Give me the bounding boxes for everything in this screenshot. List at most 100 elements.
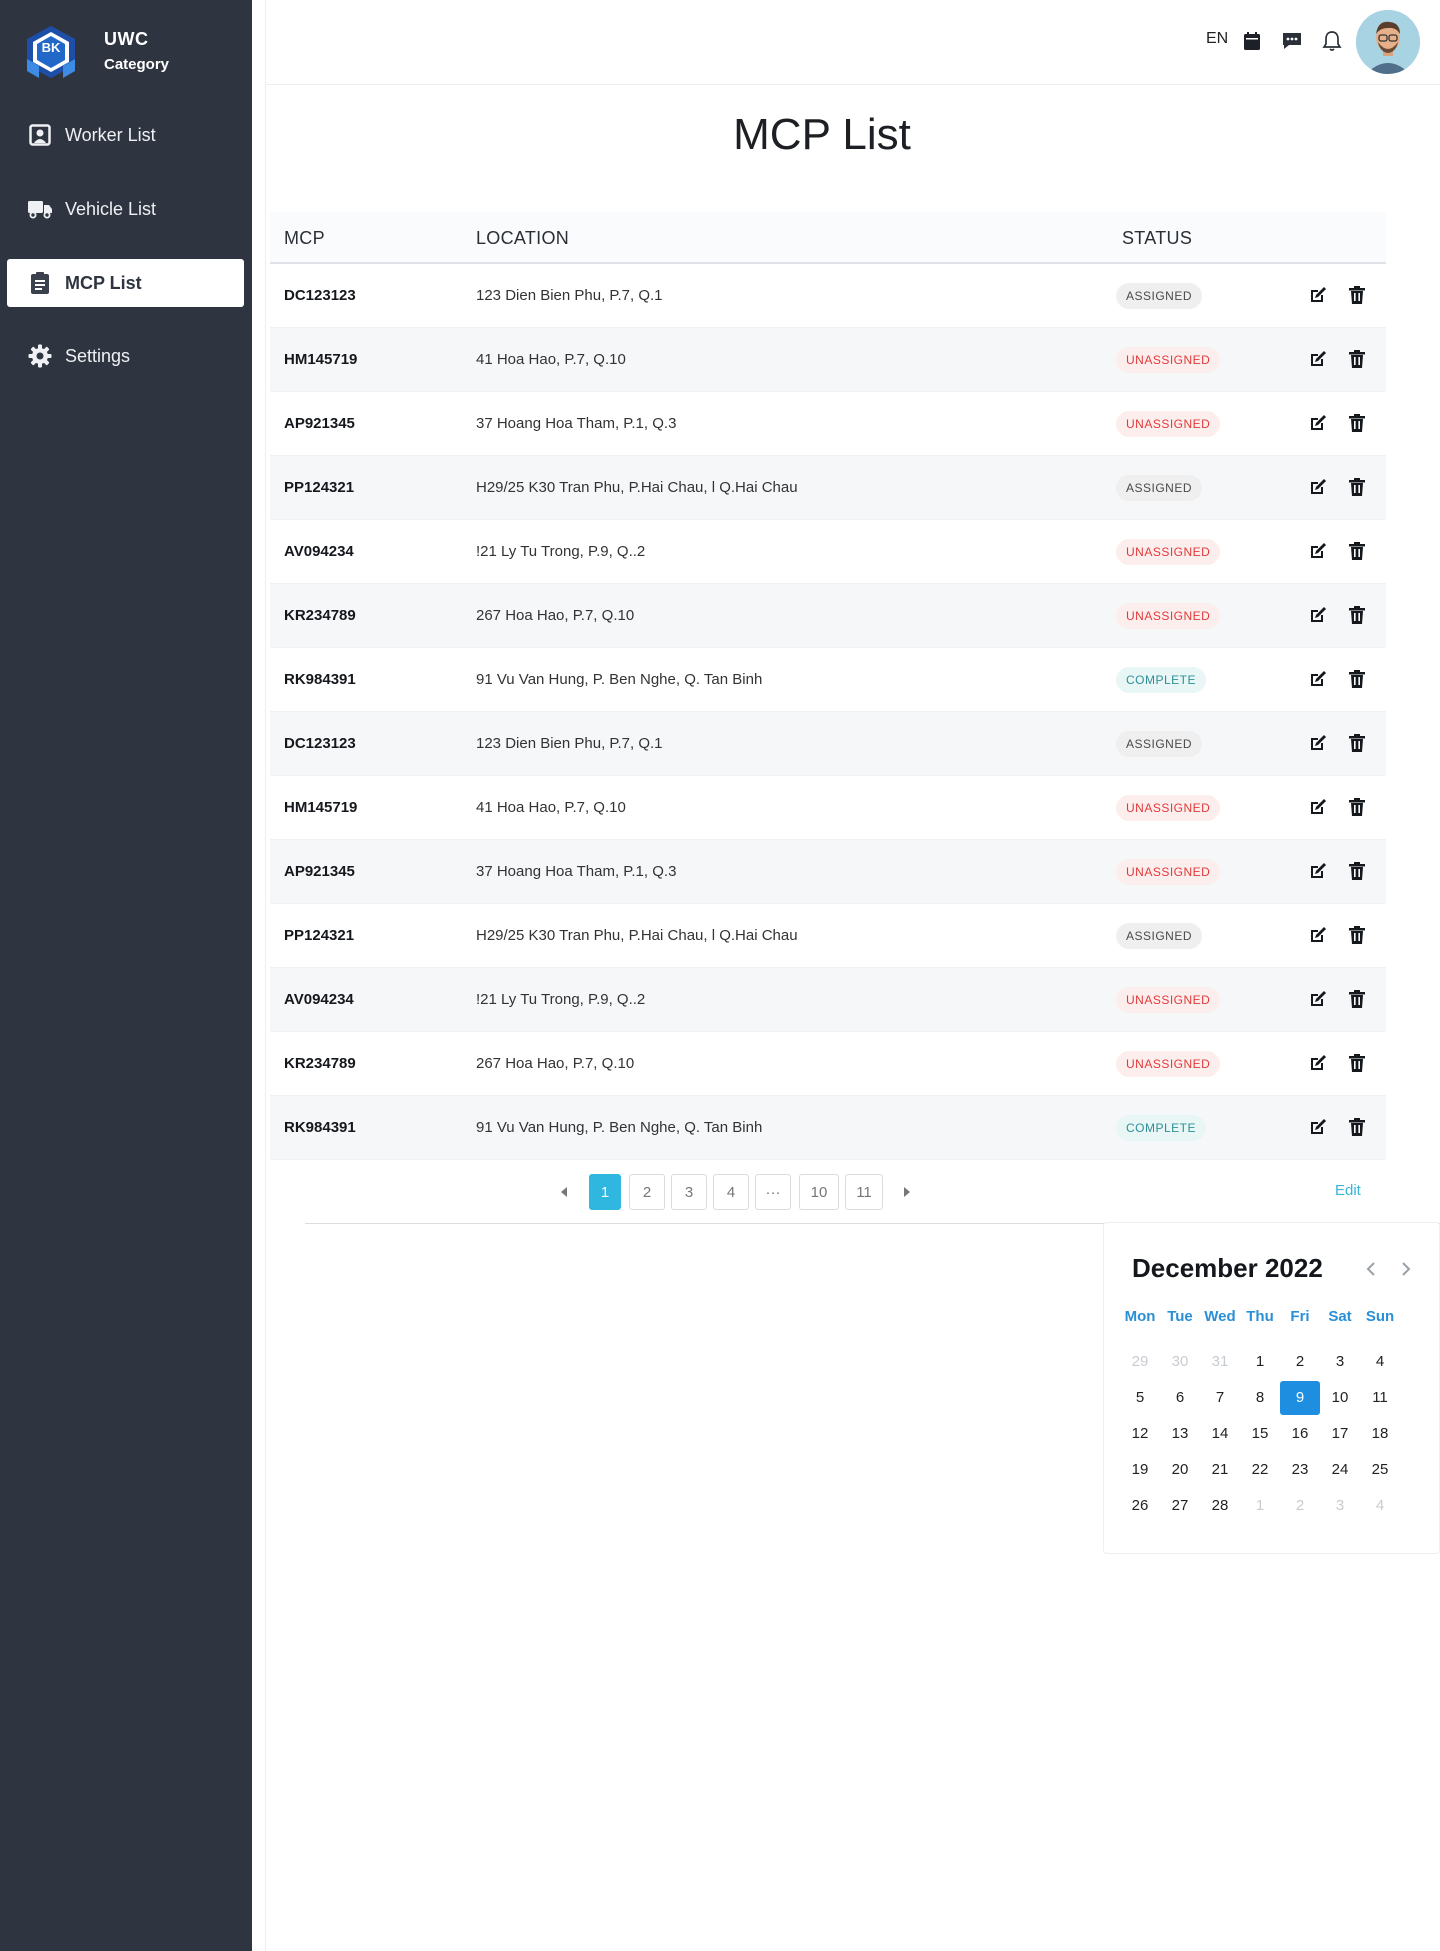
calendar-day[interactable]: 14: [1200, 1417, 1240, 1451]
trash-icon[interactable]: [1345, 603, 1369, 627]
calendar-day[interactable]: 2: [1280, 1345, 1320, 1379]
calendar-day[interactable]: 1: [1240, 1345, 1280, 1379]
edit-icon[interactable]: [1306, 731, 1330, 755]
edit-icon[interactable]: [1306, 795, 1330, 819]
brand[interactable]: BK UWC Category: [20, 24, 169, 78]
calendar-day[interactable]: 29: [1120, 1345, 1160, 1379]
sidebar-item-worker-list[interactable]: Worker List: [7, 111, 244, 159]
table-row[interactable]: AP921345 37 Hoang Hoa Tham, P.1, Q.3 UNASS…: [270, 840, 1386, 904]
column-header-location[interactable]: LOCATION: [476, 228, 569, 249]
next-page-icon[interactable]: [899, 1184, 915, 1200]
table-row[interactable]: RK984391 91 Vu Van Hung, P. Ben Nghe, Q. …: [270, 648, 1386, 712]
trash-icon[interactable]: [1345, 1051, 1369, 1075]
calendar-day[interactable]: 16: [1280, 1417, 1320, 1451]
table-row[interactable]: AP921345 37 Hoang Hoa Tham, P.1, Q.3 UNASS…: [270, 392, 1386, 456]
table-row[interactable]: HM145719 41 Hoa Hao, P.7, Q.10 UNASSIGNED: [270, 776, 1386, 840]
calendar-day[interactable]: 6: [1160, 1381, 1200, 1415]
edit-icon[interactable]: [1306, 347, 1330, 371]
calendar-day[interactable]: 8: [1240, 1381, 1280, 1415]
calendar-day[interactable]: 11: [1360, 1381, 1400, 1415]
edit-icon[interactable]: [1306, 1051, 1330, 1075]
calendar-prev-icon[interactable]: [1364, 1261, 1378, 1277]
page-button[interactable]: 11: [845, 1174, 883, 1210]
edit-icon[interactable]: [1306, 539, 1330, 563]
trash-icon[interactable]: [1345, 283, 1369, 307]
page-ellipsis[interactable]: ···: [755, 1174, 791, 1210]
calendar-day[interactable]: 20: [1160, 1453, 1200, 1487]
calendar-day[interactable]: 3: [1320, 1489, 1360, 1523]
trash-icon[interactable]: [1345, 475, 1369, 499]
edit-icon[interactable]: [1306, 859, 1330, 883]
calendar-day[interactable]: 25: [1360, 1453, 1400, 1487]
trash-icon[interactable]: [1345, 539, 1369, 563]
edit-icon[interactable]: [1306, 923, 1330, 947]
table-row[interactable]: KR234789 267 Hoa Hao, P.7, Q.10 UNASSIGNED: [270, 584, 1386, 648]
calendar-day[interactable]: 4: [1360, 1489, 1400, 1523]
trash-icon[interactable]: [1345, 411, 1369, 435]
table-row[interactable]: HM145719 41 Hoa Hao, P.7, Q.10 UNASSIGNED: [270, 328, 1386, 392]
calendar-day[interactable]: 23: [1280, 1453, 1320, 1487]
edit-icon[interactable]: [1306, 987, 1330, 1011]
table-row[interactable]: AV094234 !21 Ly Tu Trong, P.9, Q..2 UNASSI…: [270, 968, 1386, 1032]
calendar-day[interactable]: 17: [1320, 1417, 1360, 1451]
calendar-day[interactable]: 7: [1200, 1381, 1240, 1415]
calendar-day[interactable]: 28: [1200, 1489, 1240, 1523]
trash-icon[interactable]: [1345, 795, 1369, 819]
calendar-day[interactable]: 22: [1240, 1453, 1280, 1487]
table-row[interactable]: RK984391 91 Vu Van Hung, P. Ben Nghe, Q. …: [270, 1096, 1386, 1160]
calendar-day[interactable]: 18: [1360, 1417, 1400, 1451]
calendar-day[interactable]: 27: [1160, 1489, 1200, 1523]
sidebar-item-settings[interactable]: Settings: [7, 332, 244, 380]
table-row[interactable]: DC123123 123 Dien Bien Phu, P.7, Q.1 ASSIG…: [270, 712, 1386, 776]
sidebar-item-mcp-list[interactable]: MCP List: [7, 259, 244, 307]
avatar[interactable]: [1356, 10, 1420, 74]
prev-page-icon[interactable]: [556, 1184, 572, 1200]
edit-icon[interactable]: [1306, 667, 1330, 691]
bell-icon[interactable]: [1320, 29, 1344, 53]
table-row[interactable]: AV094234 !21 Ly Tu Trong, P.9, Q..2 UNASSI…: [270, 520, 1386, 584]
page-button[interactable]: 1: [589, 1174, 621, 1210]
column-header-status[interactable]: STATUS: [1122, 228, 1192, 249]
edit-icon[interactable]: [1306, 475, 1330, 499]
calendar-day[interactable]: 31: [1200, 1345, 1240, 1379]
calendar-day[interactable]: 2: [1280, 1489, 1320, 1523]
trash-icon[interactable]: [1345, 347, 1369, 371]
table-row[interactable]: PP124321 H29/25 K30 Tran Phu, P.Hai Chau,…: [270, 456, 1386, 520]
calendar-day[interactable]: 12: [1120, 1417, 1160, 1451]
column-header-mcp[interactable]: MCP: [284, 228, 325, 249]
calendar-day[interactable]: 19: [1120, 1453, 1160, 1487]
calendar-day[interactable]: 15: [1240, 1417, 1280, 1451]
sidebar-item-vehicle-list[interactable]: Vehicle List: [7, 185, 244, 233]
trash-icon[interactable]: [1345, 987, 1369, 1011]
calendar-day[interactable]: 26: [1120, 1489, 1160, 1523]
calendar-next-icon[interactable]: [1399, 1261, 1413, 1277]
page-button[interactable]: 3: [671, 1174, 707, 1210]
page-button[interactable]: 10: [799, 1174, 839, 1210]
table-row[interactable]: KR234789 267 Hoa Hao, P.7, Q.10 UNASSIGNED: [270, 1032, 1386, 1096]
edit-icon[interactable]: [1306, 1115, 1330, 1139]
trash-icon[interactable]: [1345, 667, 1369, 691]
calendar-day[interactable]: 30: [1160, 1345, 1200, 1379]
edit-icon[interactable]: [1306, 603, 1330, 627]
trash-icon[interactable]: [1345, 923, 1369, 947]
edit-icon[interactable]: [1306, 411, 1330, 435]
calendar-day[interactable]: 9: [1280, 1381, 1320, 1415]
calendar-day[interactable]: 3: [1320, 1345, 1360, 1379]
calendar-day[interactable]: 5: [1120, 1381, 1160, 1415]
edit-icon[interactable]: [1306, 283, 1330, 307]
table-row[interactable]: PP124321 H29/25 K30 Tran Phu, P.Hai Chau,…: [270, 904, 1386, 968]
language-switch[interactable]: EN: [1206, 30, 1228, 48]
edit-link[interactable]: Edit: [1335, 1182, 1361, 1199]
calendar-day[interactable]: 13: [1160, 1417, 1200, 1451]
table-row[interactable]: DC123123 123 Dien Bien Phu, P.7, Q.1 ASSIG…: [270, 264, 1386, 328]
calendar-icon[interactable]: [1240, 29, 1264, 53]
calendar-day[interactable]: 1: [1240, 1489, 1280, 1523]
trash-icon[interactable]: [1345, 731, 1369, 755]
page-button[interactable]: 4: [713, 1174, 749, 1210]
calendar-day[interactable]: 21: [1200, 1453, 1240, 1487]
calendar-day[interactable]: 24: [1320, 1453, 1360, 1487]
calendar-day[interactable]: 4: [1360, 1345, 1400, 1379]
trash-icon[interactable]: [1345, 859, 1369, 883]
chat-icon[interactable]: [1280, 29, 1304, 53]
trash-icon[interactable]: [1345, 1115, 1369, 1139]
